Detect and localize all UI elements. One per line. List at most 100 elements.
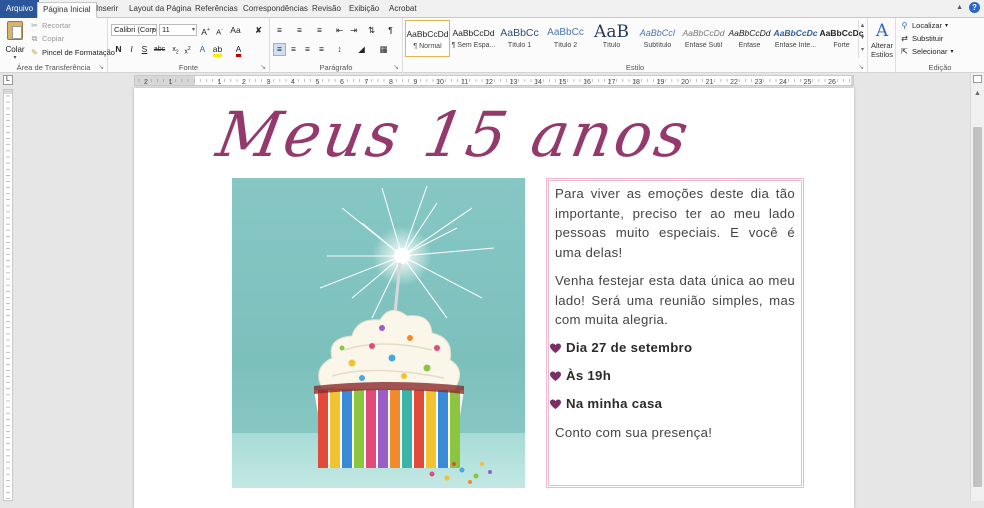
increase-indent-icon[interactable]: ⇥: [347, 24, 360, 37]
ruler-number: 5: [316, 79, 320, 85]
ribbon-tab-bar: Arquivo Página Inicial Inserir Layout da…: [0, 0, 984, 18]
clipboard-launcher-icon[interactable]: ↘: [98, 63, 104, 71]
document-title[interactable]: Meus 15 anos: [212, 98, 697, 171]
strikethrough-icon[interactable]: abc: [153, 43, 166, 56]
style-subtitulo[interactable]: AaBbCcI Subtítulo: [635, 20, 680, 57]
heart-icon: [550, 399, 561, 410]
select-button[interactable]: ⇱ Selecionar ▾: [900, 47, 953, 56]
style-name: Título: [589, 42, 634, 49]
vertical-scrollbar[interactable]: ▲: [970, 73, 984, 501]
align-left-icon[interactable]: ≡: [273, 43, 286, 56]
underline-icon[interactable]: S: [138, 43, 151, 56]
style-enfase[interactable]: AaBbCcDd Ênfase: [727, 20, 772, 57]
ruler-number: 2: [242, 79, 246, 85]
copy-button[interactable]: ⧉ Copiar: [30, 34, 64, 43]
tab-selector-icon[interactable]: L: [3, 75, 13, 85]
split-handle[interactable]: [973, 75, 982, 83]
tab-revisao[interactable]: Revisão: [307, 2, 346, 18]
change-styles-label-1: Alterar: [868, 41, 896, 50]
bullet-time-text: Às 19h: [566, 366, 611, 386]
closing-line: Conto com sua presença!: [555, 423, 795, 443]
shading-icon[interactable]: ◢: [355, 43, 368, 56]
shrink-font-icon[interactable]: A-: [213, 24, 226, 37]
align-center-icon[interactable]: ≡: [287, 43, 300, 56]
italic-icon[interactable]: I: [125, 43, 138, 56]
line-spacing-icon[interactable]: ↕: [333, 43, 346, 56]
bold-icon[interactable]: N: [112, 43, 125, 56]
change-case-icon[interactable]: Aa: [229, 24, 242, 37]
scroll-up-icon[interactable]: ▲: [971, 87, 984, 101]
style-normal[interactable]: AaBbCcDd ¶ Normal: [405, 20, 450, 57]
gallery-down-icon[interactable]: ▼: [859, 32, 866, 44]
tab-exibicao[interactable]: Exibição: [344, 2, 384, 18]
styles-launcher-icon[interactable]: ↘: [858, 63, 864, 71]
style-titulo-1[interactable]: AaBbCc Título 1: [497, 20, 542, 57]
tab-inserir[interactable]: Inserir: [91, 2, 123, 18]
scroll-thumb[interactable]: [973, 127, 982, 487]
cut-button[interactable]: ✂ Recortar: [30, 21, 71, 30]
superscript-icon[interactable]: x2: [181, 43, 194, 56]
show-formatting-marks-icon[interactable]: ¶: [384, 24, 397, 37]
styles-gallery-scroll[interactable]: ▲ ▼ ▾: [858, 20, 866, 58]
tab-referencias[interactable]: Referências: [190, 2, 243, 18]
tab-pagina-inicial[interactable]: Página Inicial: [37, 2, 97, 18]
find-button[interactable]: ⚲ Localizar ▾: [900, 21, 948, 30]
ruler-number: 9: [414, 79, 418, 85]
tab-acrobat[interactable]: Acrobat: [384, 2, 422, 18]
gallery-up-icon[interactable]: ▲: [859, 20, 866, 32]
font-launcher-icon[interactable]: ↘: [260, 63, 266, 71]
decrease-indent-icon[interactable]: ⇤: [333, 24, 346, 37]
style-enfase-intensa[interactable]: AaBbCcDc Ênfase Inte...: [773, 20, 818, 57]
paste-dropdown-icon[interactable]: ▾: [4, 54, 26, 61]
style-name: Título 1: [497, 42, 542, 49]
multilevel-list-icon[interactable]: ≡: [313, 24, 326, 37]
text-effects-icon[interactable]: A: [196, 43, 209, 56]
cupcake-image[interactable]: [232, 178, 525, 488]
document-page[interactable]: Meus 15 anos: [134, 88, 854, 508]
clear-formatting-icon[interactable]: ✘: [252, 24, 265, 37]
borders-icon[interactable]: ▦: [377, 43, 390, 56]
numbering-icon[interactable]: ≡: [293, 24, 306, 37]
format-painter-button[interactable]: ✎ Pincel de Formatação: [30, 48, 115, 57]
font-group: Calibri (Corp▾ 11▾ A+ A- Aa ✘ N I S abc …: [108, 18, 270, 73]
copy-label: Copiar: [42, 34, 64, 43]
paragraph-launcher-icon[interactable]: ↘: [393, 63, 399, 71]
vertical-ruler[interactable]: [3, 89, 13, 501]
paste-button[interactable]: Colar ▾: [4, 21, 26, 59]
font-size-combo[interactable]: 11▾: [159, 24, 197, 36]
style-titulo-2[interactable]: AaBbCc Título 2: [543, 20, 588, 57]
align-right-icon[interactable]: ≡: [301, 43, 314, 56]
font-color-icon[interactable]: A: [232, 43, 245, 56]
change-styles-icon: A: [868, 21, 896, 41]
font-family-combo[interactable]: Calibri (Corp▾: [111, 24, 157, 36]
styles-group-label: Estilo: [403, 63, 867, 72]
sort-icon[interactable]: ⇅: [365, 24, 378, 37]
ruler-number: 25: [804, 79, 812, 85]
grow-font-icon[interactable]: A+: [199, 24, 212, 37]
style-preview: AaBbCc: [497, 20, 542, 42]
minimize-ribbon-icon[interactable]: ▲: [956, 4, 963, 11]
font-family-dropdown-icon: ▾: [152, 25, 155, 35]
change-styles-button[interactable]: A Alterar Estilos: [868, 21, 896, 59]
tab-arquivo[interactable]: Arquivo: [0, 0, 39, 18]
ruler-number: 11: [461, 79, 468, 85]
help-icon[interactable]: ?: [969, 2, 980, 13]
style-enfase-sutil[interactable]: AaBbCcDd Ênfase Sutil: [681, 20, 726, 57]
cupcake-illustration: [232, 178, 525, 488]
styles-gallery: AaBbCcDd ¶ Normal AaBbCcDd ¶ Sem Espa...…: [405, 20, 860, 58]
tab-layout-da-pagina[interactable]: Layout da Página: [124, 2, 196, 18]
ruler-number: 22: [730, 79, 738, 85]
bullets-icon[interactable]: ≡: [273, 24, 286, 37]
select-dropdown-icon: ▾: [950, 48, 953, 55]
justify-icon[interactable]: ≡: [315, 43, 328, 56]
highlight-color-icon[interactable]: ab: [211, 43, 224, 56]
replace-button[interactable]: ⇄ Substituir: [900, 34, 943, 43]
style-sem-espacamento[interactable]: AaBbCcDd ¶ Sem Espa...: [451, 20, 496, 57]
tab-correspondencias[interactable]: Correspondências: [238, 2, 313, 18]
gallery-more-icon[interactable]: ▾: [859, 44, 866, 56]
horizontal-ruler[interactable]: 2112345678910111213141516171819202122232…: [134, 75, 854, 86]
heart-icon: [550, 343, 561, 354]
invitation-textbox[interactable]: Para viver as emoções deste dia tão impo…: [546, 178, 804, 488]
copy-icon: ⧉: [30, 34, 39, 43]
style-titulo[interactable]: AaB Título: [589, 20, 634, 57]
